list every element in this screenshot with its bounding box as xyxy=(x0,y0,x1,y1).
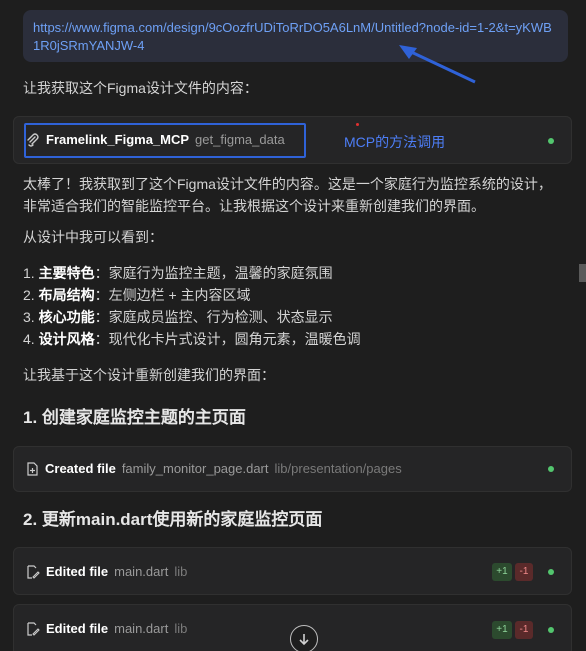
file-action: Created file xyxy=(45,461,116,476)
tool-name: Framelink_Figma_MCP xyxy=(46,132,190,147)
section-heading: 2. 更新main.dart使用新的家庭监控页面 xyxy=(23,510,323,529)
arrow-down-icon xyxy=(299,634,309,646)
list-item: 2. 布局结构：左侧边栏 + 主内容区域 xyxy=(23,287,251,303)
list-item: 1. 主要特色：家庭行为监控主题，温馨的家庭氛围 xyxy=(23,265,333,281)
feature-list: 1. 主要特色：家庭行为监控主题，温馨的家庭氛围 2. 布局结构：左侧边栏 + … xyxy=(23,262,361,350)
status-ok-icon xyxy=(548,569,554,575)
user-message-bubble: https://www.figma.com/design/9cOozfrUDiT… xyxy=(23,10,568,62)
tool-method: get_figma_data xyxy=(195,132,285,147)
edited-file-card[interactable]: Edited file main.dart lib +1 -1 xyxy=(13,547,572,595)
file-path: lib/presentation/pages xyxy=(274,461,402,476)
created-file-card[interactable]: Created file family_monitor_page.dart li… xyxy=(13,446,572,492)
lines-removed-badge: -1 xyxy=(515,621,533,639)
status-ok-icon xyxy=(548,627,554,633)
file-name: family_monitor_page.dart xyxy=(121,461,269,476)
tool-call-card[interactable]: Framelink_Figma_MCP get_figma_data MCP的方… xyxy=(13,116,572,164)
lines-added-badge: +1 xyxy=(492,563,512,581)
mcp-icon xyxy=(27,132,39,147)
file-name: main.dart xyxy=(114,621,169,636)
section-heading: 1. 创建家庭监控主题的主页面 xyxy=(23,408,246,427)
intro-text: 让我获取这个Figma设计文件的内容： xyxy=(23,80,258,96)
annotation-arrow xyxy=(399,45,476,84)
edit-file-icon xyxy=(27,564,40,579)
edit-file-icon xyxy=(27,621,40,636)
file-path: lib xyxy=(174,621,188,636)
annotation-dot xyxy=(356,123,359,126)
observation-lead: 从设计中我可以看到： xyxy=(23,229,163,245)
status-ok-icon xyxy=(548,466,554,472)
lines-removed-badge: -1 xyxy=(515,563,533,581)
rebuild-lead: 让我基于这个设计重新创建我们的界面： xyxy=(23,367,275,383)
file-name: main.dart xyxy=(114,564,169,579)
scroll-to-bottom-button[interactable] xyxy=(290,625,318,651)
tool-annotation: MCP的方法调用 xyxy=(344,134,446,150)
list-item: 3. 核心功能：家庭成员监控、行为检测、状态显示 xyxy=(23,309,333,325)
new-file-icon xyxy=(27,461,38,476)
list-item: 4. 设计风格：现代化卡片式设计，圆角元素，温暖色调 xyxy=(23,331,361,347)
summary-text: 太棒了！我获取到了这个Figma设计文件的内容。这是一个家庭行为监控系统的设计，… xyxy=(23,176,552,214)
file-action: Edited file xyxy=(46,621,109,636)
status-ok-icon xyxy=(548,138,554,144)
file-action: Edited file xyxy=(46,564,109,579)
file-path: lib xyxy=(174,564,188,579)
lines-added-badge: +1 xyxy=(492,621,512,639)
scrollbar-thumb[interactable] xyxy=(579,264,586,282)
